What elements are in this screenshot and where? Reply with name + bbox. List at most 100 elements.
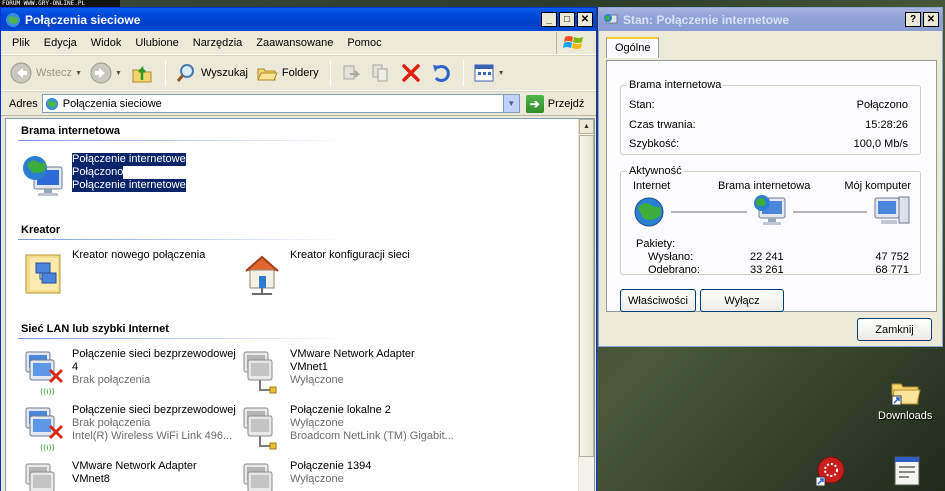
document-window-icon[interactable]	[893, 455, 921, 487]
received-computer-value: 68 771	[875, 264, 909, 276]
computer-column-label: Mój komputer	[844, 180, 911, 192]
group-title-gateway: Brama internetowa	[21, 125, 121, 137]
minimize-button[interactable]: _	[541, 12, 557, 27]
disable-button[interactable]: Wyłącz	[700, 289, 784, 312]
svg-text:((ı)): ((ı))	[40, 387, 55, 396]
wireless-connection-4-item[interactable]: ((ı)) Połączenie sieci bezprzewodowej 4 …	[20, 348, 236, 396]
speed-value: 100,0 Mb/s	[853, 138, 908, 150]
connection-line	[793, 211, 867, 213]
internet-connection-item[interactable]: Połączenie internetowe Połączono Połącze…	[20, 153, 186, 201]
up-folder-button[interactable]	[127, 59, 157, 87]
menu-ulubione[interactable]: Ulubione	[128, 34, 185, 52]
internet-column-label: Internet	[633, 180, 671, 192]
internet-connection-device: Połączenie internetowe	[72, 179, 186, 192]
go-button[interactable]: ➔ Przejdź	[525, 94, 584, 113]
network-setup-wizard-item[interactable]: Kreator konfiguracji sieci	[238, 249, 410, 297]
back-button[interactable]: Wstecz ▼	[7, 60, 85, 86]
connection-line	[671, 211, 747, 213]
wireless-disconnected-icon: ((ı))	[25, 407, 64, 452]
views-dropdown-icon[interactable]: ▼	[498, 70, 505, 77]
address-input[interactable]: Połączenia sieciowe ▼	[41, 94, 520, 113]
address-dropdown-icon[interactable]: ▼	[502, 95, 519, 112]
internet-connection-status: Połączono	[72, 166, 124, 179]
group-divider	[18, 140, 348, 141]
vmnet8-adapter-item[interactable]: VMware Network Adapter VMnet8	[20, 460, 197, 491]
sent-computer-value: 47 752	[875, 251, 909, 263]
gateway-fieldset: Brama internetowa Stan: Połączono Czas t…	[620, 79, 921, 155]
lan-disabled-icon	[243, 407, 277, 450]
menu-narzedzia[interactable]: Narzędzia	[186, 34, 250, 52]
up-folder-icon	[132, 65, 152, 83]
toolbar-separator	[329, 60, 331, 86]
copy-to-button[interactable]	[367, 60, 395, 86]
connection-1394-item[interactable]: Połączenie 1394 Wyłączone	[238, 460, 371, 491]
vmnet1-adapter-item[interactable]: VMware Network Adapter VMnet1 Wyłączone	[238, 348, 415, 396]
sent-label: Wysłano:	[648, 251, 694, 263]
lan-disabled-icon	[243, 463, 273, 491]
state-label: Stan:	[629, 99, 655, 111]
scroll-up-icon[interactable]: ▲	[579, 119, 594, 134]
dialog-title: Stan: Połączenie internetowe	[623, 12, 790, 27]
undo-button[interactable]	[427, 60, 455, 86]
forward-dropdown-icon[interactable]: ▼	[115, 70, 122, 77]
local-connection-2-item[interactable]: Połączenie lokalne 2 Wyłączone Broadcom …	[238, 404, 454, 452]
forward-arrow-icon	[90, 62, 112, 84]
tab-general[interactable]: Ogólne	[606, 37, 660, 58]
activity-fieldset: Aktywność Internet Brama internetowa Mój…	[620, 165, 921, 276]
toolbar-separator	[462, 60, 464, 86]
menu-zaawansowane[interactable]: Zaawansowane	[249, 34, 340, 52]
address-label: Adres	[9, 97, 38, 110]
internet-gateway-icon	[23, 156, 63, 196]
back-dropdown-icon[interactable]: ▼	[75, 70, 82, 77]
svg-text:((ı)): ((ı))	[40, 443, 55, 452]
folders-button[interactable]: Foldery	[253, 60, 322, 86]
search-button[interactable]: Wyszukaj	[172, 60, 251, 86]
file-list-pane[interactable]: Brama internetowa Połączenie internetowe…	[5, 118, 595, 491]
new-connection-wizard-item[interactable]: Kreator nowego połączenia	[20, 249, 205, 297]
back-arrow-icon	[10, 62, 32, 84]
menu-widok[interactable]: Widok	[84, 34, 129, 52]
move-to-button[interactable]	[337, 60, 365, 86]
properties-button[interactable]: Właściwości	[620, 289, 696, 312]
address-bar: Adres Połączenia sieciowe ▼ ➔ Przejdź	[1, 91, 596, 116]
lan-disabled-icon	[243, 351, 277, 394]
downloads-label: Downloads	[878, 410, 933, 422]
wireless-disconnected-icon: ((ı))	[25, 351, 64, 396]
packets-label: Pakiety:	[636, 238, 676, 250]
menu-edycja[interactable]: Edycja	[37, 34, 84, 52]
speed-label: Szybkość:	[629, 138, 680, 150]
folder-shortcut-icon	[891, 383, 921, 406]
close-dialog-button[interactable]: Zamknij	[857, 318, 932, 341]
network-connections-icon	[45, 97, 58, 110]
explorer-window: Połączenia sieciowe _ □ ✕ Plik Edycja Wi…	[0, 7, 597, 491]
move-to-icon	[343, 65, 361, 80]
home-network-icon	[245, 255, 279, 295]
menu-plik[interactable]: Plik	[5, 34, 37, 52]
lan-disabled-icon	[25, 463, 55, 491]
menu-pomoc[interactable]: Pomoc	[340, 34, 388, 52]
duration-value: 15:28:26	[865, 119, 908, 131]
dialog-close-button[interactable]: ✕	[923, 12, 939, 27]
help-button[interactable]: ?	[905, 12, 921, 27]
group-title-wizard: Kreator	[21, 224, 61, 236]
close-button[interactable]: ✕	[577, 12, 593, 27]
app-shortcut-icon[interactable]	[814, 455, 846, 489]
views-button[interactable]: ▼	[470, 61, 508, 85]
vertical-scrollbar[interactable]: ▲	[578, 119, 594, 491]
standard-toolbar: Wstecz ▼ ▼ Wyszukaj Foldery ▼	[1, 55, 596, 91]
wireless-connection-item[interactable]: ((ı)) Połączenie sieci bezprzewodowej Br…	[20, 404, 236, 452]
scroll-thumb[interactable]	[579, 135, 594, 457]
downloads-desktop-icon[interactable]: Downloads	[878, 378, 932, 422]
new-connection-wizard-icon	[25, 254, 61, 294]
forward-button[interactable]: ▼	[87, 60, 125, 86]
delete-button[interactable]	[397, 60, 425, 86]
search-icon	[176, 64, 194, 82]
dialog-tabs: Ogólne	[606, 37, 660, 58]
explorer-titlebar[interactable]: Połączenia sieciowe _ □ ✕	[1, 8, 596, 31]
maximize-button[interactable]: □	[559, 12, 575, 27]
new-connection-wizard-label: Kreator nowego połączenia	[72, 249, 206, 261]
general-tab-panel: Brama internetowa Stan: Połączono Czas t…	[606, 60, 937, 312]
connection-status-dialog: Stan: Połączenie internetowe ? ✕ Ogólne …	[598, 7, 943, 347]
dialog-titlebar[interactable]: Stan: Połączenie internetowe ? ✕	[599, 8, 942, 31]
network-connection-icon	[604, 13, 618, 23]
